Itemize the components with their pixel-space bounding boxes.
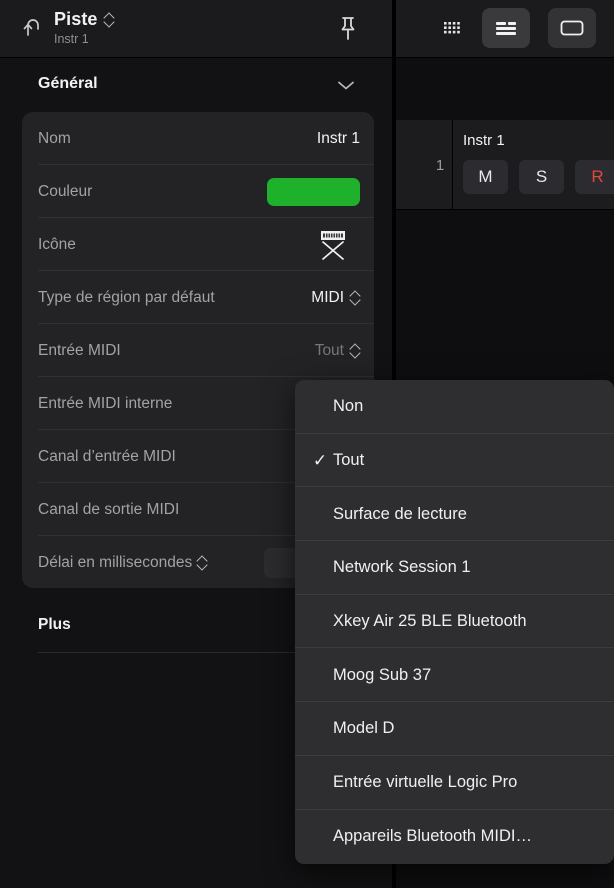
menu-item-moog-sub-37[interactable]: Moog Sub 37 bbox=[295, 648, 614, 702]
row-midi-input-channel-label: Canal d’entrée MIDI bbox=[38, 448, 176, 466]
row-color[interactable]: Couleur bbox=[22, 165, 374, 218]
row-midi-input-label: Entrée MIDI bbox=[38, 342, 121, 360]
menu-item-label: Surface de lecture bbox=[333, 505, 467, 524]
menu-item-label: Appareils Bluetooth MIDI… bbox=[333, 827, 532, 846]
section-more-label[interactable]: Plus bbox=[38, 616, 71, 634]
section-general-label: Général bbox=[38, 75, 98, 93]
row-icon[interactable]: Icône bbox=[22, 218, 374, 271]
menu-item-label: Non bbox=[333, 397, 363, 416]
row-default-region-type-value: MIDI bbox=[311, 289, 344, 307]
menu-item-surface-de-lecture[interactable]: Surface de lecture bbox=[295, 487, 614, 541]
inspector-kind-popup[interactable]: Piste bbox=[54, 8, 114, 30]
menu-item-label: Xkey Air 25 BLE Bluetooth bbox=[333, 612, 527, 631]
row-default-region-type-popup[interactable]: MIDI bbox=[311, 289, 360, 307]
menu-item-appareils-bluetooth-midi[interactable]: Appareils Bluetooth MIDI… bbox=[295, 810, 614, 864]
row-midi-input[interactable]: Entrée MIDI Tout bbox=[22, 324, 374, 377]
updown-chevron-icon bbox=[104, 12, 114, 27]
inspector-subtitle: Instr 1 bbox=[54, 31, 114, 47]
grid-view-button[interactable] bbox=[428, 8, 476, 48]
midi-input-dropdown-menu[interactable]: Non ✓ Tout Surface de lecture Network Se… bbox=[295, 380, 614, 864]
inspector-header: Piste Instr 1 bbox=[0, 0, 392, 57]
row-midi-output-channel-label: Canal de sortie MIDI bbox=[38, 501, 179, 519]
track-actions-bar bbox=[396, 58, 614, 120]
row-internal-midi-input-label: Entrée MIDI interne bbox=[38, 395, 172, 413]
view-toolbar bbox=[396, 0, 614, 57]
track-number: 1 bbox=[412, 120, 468, 210]
row-color-label: Couleur bbox=[38, 183, 92, 201]
row-name-value[interactable]: Instr 1 bbox=[317, 130, 360, 148]
track-number-divider bbox=[452, 120, 453, 210]
menu-item-entree-virtuelle-logic-pro[interactable]: Entrée virtuelle Logic Pro bbox=[295, 756, 614, 810]
record-button[interactable]: R bbox=[575, 160, 614, 194]
chevron-down-icon[interactable] bbox=[336, 78, 356, 90]
menu-item-label: Entrée virtuelle Logic Pro bbox=[333, 773, 517, 792]
inspector-kind-label: Piste bbox=[54, 8, 98, 30]
rectangle-icon bbox=[558, 17, 586, 39]
row-default-region-type-label: Type de région par défaut bbox=[38, 289, 215, 307]
menu-item-non[interactable]: Non bbox=[295, 380, 614, 434]
region-view-button[interactable] bbox=[548, 8, 596, 48]
menu-item-label: Model D bbox=[333, 719, 394, 738]
menu-item-label: Moog Sub 37 bbox=[333, 666, 431, 685]
back-arrow-icon[interactable] bbox=[22, 16, 46, 42]
checkmark-icon: ✓ bbox=[309, 451, 331, 471]
updown-chevron-icon[interactable] bbox=[197, 555, 207, 570]
list-icon bbox=[494, 18, 518, 38]
updown-chevron-icon bbox=[350, 290, 360, 305]
row-name[interactable]: Nom Instr 1 bbox=[22, 112, 374, 165]
menu-item-network-session-1[interactable]: Network Session 1 bbox=[295, 541, 614, 595]
row-midi-input-value: Tout bbox=[315, 342, 344, 360]
list-view-button[interactable] bbox=[482, 8, 530, 48]
mute-button[interactable]: M bbox=[463, 160, 508, 194]
inspector-title-block: Piste Instr 1 bbox=[54, 8, 114, 47]
menu-item-label: Network Session 1 bbox=[333, 558, 471, 577]
row-name-label: Nom bbox=[38, 130, 71, 148]
menu-item-xkey-air-25-ble-bluetooth[interactable]: Xkey Air 25 BLE Bluetooth bbox=[295, 595, 614, 649]
pin-icon[interactable] bbox=[336, 15, 360, 43]
row-midi-input-popup[interactable]: Tout bbox=[315, 342, 360, 360]
track-row-divider bbox=[396, 209, 614, 210]
row-delay-ms-text: Délai en millisecondes bbox=[38, 554, 192, 572]
updown-chevron-icon bbox=[350, 343, 360, 358]
keyboard-stand-icon[interactable] bbox=[314, 228, 352, 262]
menu-item-tout[interactable]: ✓ Tout bbox=[295, 434, 614, 488]
menu-item-label: Tout bbox=[333, 451, 364, 470]
color-swatch[interactable] bbox=[267, 178, 360, 206]
solo-button[interactable]: S bbox=[519, 160, 564, 194]
track-name-label[interactable]: Instr 1 bbox=[463, 132, 505, 149]
row-icon-label: Icône bbox=[38, 236, 76, 254]
row-delay-ms-label: Délai en millisecondes bbox=[38, 554, 207, 572]
grid-icon bbox=[441, 17, 463, 39]
row-default-region-type[interactable]: Type de région par défaut MIDI bbox=[22, 271, 374, 324]
track-row[interactable]: 1 Instr 1 M S R bbox=[396, 120, 614, 210]
menu-item-model-d[interactable]: Model D bbox=[295, 702, 614, 756]
